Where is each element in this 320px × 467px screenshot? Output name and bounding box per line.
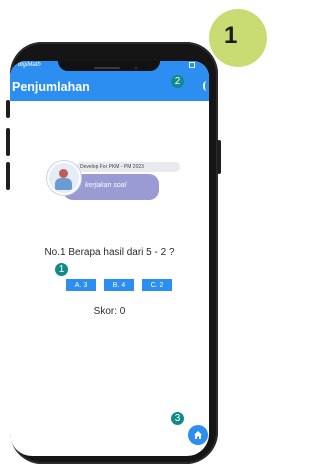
status-indicator-icon <box>189 62 195 68</box>
step-marker-2: 2 <box>171 75 184 88</box>
avatar-body <box>55 178 72 190</box>
score-text: Skor: 0 <box>93 306 126 317</box>
phone-screen: digiMath Penjumlahan 2 kerjakan soal Dev… <box>10 61 209 456</box>
home-icon <box>194 431 202 439</box>
developer-chip: Develop For PKM - PM 2023 <box>76 162 180 172</box>
app-bar-action-icon[interactable] <box>203 81 209 91</box>
answer-option-a[interactable]: A. 3 <box>66 279 96 291</box>
question-text: No.1 Berapa hasil dari 5 - 2 ? <box>44 247 175 258</box>
step-badge-number: 1 <box>224 22 238 49</box>
app-bar-title: Penjumlahan <box>12 80 90 94</box>
camera-notch <box>58 61 160 71</box>
step-marker-3: 3 <box>171 412 184 425</box>
answer-options: A. 3 B. 4 C. 2 <box>66 279 172 291</box>
status-app-name: digiMath <box>18 62 41 68</box>
answer-option-c[interactable]: C. 2 <box>142 279 172 291</box>
step-marker-1: 1 <box>55 263 68 276</box>
phone-power-button <box>217 140 221 174</box>
avatar-head <box>59 169 68 178</box>
answer-option-b[interactable]: B. 4 <box>104 279 134 291</box>
step-badge-circle <box>209 9 267 67</box>
home-fab-button[interactable] <box>188 425 208 445</box>
speech-bubble-text: kerjakan soal <box>85 182 127 189</box>
mascot-avatar-icon <box>47 161 81 195</box>
